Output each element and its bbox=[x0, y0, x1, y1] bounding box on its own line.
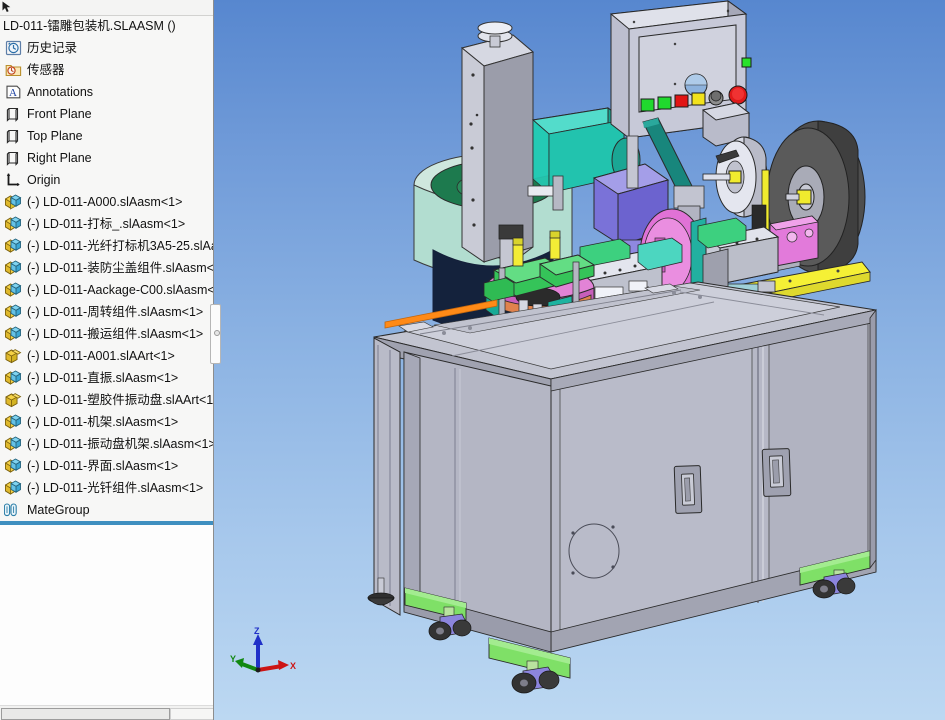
history-icon bbox=[4, 39, 22, 57]
tree-item-label: (-) LD-011-光纤打标机3A5-25.slAa bbox=[27, 239, 213, 253]
scrollbar-track-right[interactable] bbox=[170, 708, 213, 720]
tree-item-component[interactable]: (-) LD-011-搬运组件.slAasm<1> bbox=[0, 323, 213, 345]
tree-item-component[interactable]: (-) LD-011-直振.slAasm<1> bbox=[0, 367, 213, 389]
tree-item-component[interactable]: (-) LD-011-界面.slAasm<1> bbox=[0, 455, 213, 477]
assembly-icon bbox=[4, 457, 22, 475]
scrollbar-thumb[interactable] bbox=[1, 708, 170, 720]
triad-z-label: Z bbox=[254, 626, 260, 636]
tree-item-history[interactable]: 历史记录 bbox=[0, 37, 213, 59]
assembly-icon bbox=[4, 259, 22, 277]
tree-item-component[interactable]: (-) LD-011-机架.slAasm<1> bbox=[0, 411, 213, 433]
tree-item-label: (-) LD-011-搬运组件.slAasm<1> bbox=[27, 327, 204, 341]
tree-item-label: (-) LD-011-打标_.slAasm<1> bbox=[27, 217, 186, 231]
tree-item-label: (-) LD-011-A001.slAArt<1> bbox=[27, 349, 175, 363]
cursor-pointer-icon bbox=[2, 1, 11, 12]
plane-icon bbox=[4, 149, 22, 167]
plane-icon bbox=[4, 105, 22, 123]
panel-splitter-handle[interactable] bbox=[210, 304, 221, 364]
tree-content[interactable]: LD-011-镭雕包装机.SLAASM () 历史记录 传感器 A Annota… bbox=[0, 16, 213, 521]
tree-item-label: (-) LD-011-界面.slAasm<1> bbox=[27, 459, 179, 473]
assembly-icon bbox=[4, 325, 22, 343]
tree-item-label: 传感器 bbox=[27, 63, 65, 77]
door-handle-left bbox=[673, 465, 703, 514]
tree-item-component[interactable]: (-) LD-011-光钎组件.slAasm<1> bbox=[0, 477, 213, 499]
tree-item-label: (-) LD-011-振动盘机架.slAasm<1> bbox=[27, 437, 213, 451]
tree-item-annotations[interactable]: A Annotations bbox=[0, 81, 213, 103]
annotations-icon: A bbox=[4, 83, 22, 101]
triad-x-label: X bbox=[290, 661, 296, 671]
tree-item-label: MateGroup bbox=[27, 503, 90, 517]
tree-item-label: Origin bbox=[27, 173, 61, 187]
assembly-icon bbox=[4, 413, 22, 431]
mategroup-icon bbox=[4, 501, 22, 519]
tree-item-front-plane[interactable]: Front Plane bbox=[0, 103, 213, 125]
tree-item-component[interactable]: (-) LD-011-振动盘机架.slAasm<1> bbox=[0, 433, 213, 455]
tree-item-component[interactable]: (-) LD-011-光纤打标机3A5-25.slAa bbox=[0, 235, 213, 257]
tree-item-component[interactable]: (-) LD-011-塑胶件振动盘.slAArt<1 bbox=[0, 389, 213, 411]
tree-item-component[interactable]: (-) LD-011-A001.slAArt<1> bbox=[0, 345, 213, 367]
tree-item-label: Top Plane bbox=[27, 129, 83, 143]
tree-item-origin[interactable]: Origin bbox=[0, 169, 213, 191]
triad-y-label: Y bbox=[230, 654, 236, 664]
tree-toolbar[interactable] bbox=[0, 0, 213, 16]
assembly-icon bbox=[4, 215, 22, 233]
assembly-icon bbox=[4, 281, 22, 299]
feature-tree-panel[interactable]: LD-011-镭雕包装机.SLAASM () 历史记录 传感器 A Annota… bbox=[0, 0, 214, 720]
sensor-folder-icon bbox=[4, 61, 22, 79]
tree-item-label: Annotations bbox=[27, 85, 94, 99]
tree-root-label[interactable]: LD-011-镭雕包装机.SLAASM () bbox=[0, 16, 213, 37]
assembly-icon bbox=[4, 479, 22, 497]
tree-item-label: (-) LD-011-Aackage-C00.slAasm< bbox=[27, 283, 213, 297]
splitter-grip-dot bbox=[213, 330, 220, 336]
solidworks-window: LD-011-镭雕包装机.SLAASM () 历史记录 传感器 A Annota… bbox=[0, 0, 945, 720]
origin-icon bbox=[4, 171, 22, 189]
tree-item-label: (-) LD-011-光钎组件.slAasm<1> bbox=[27, 481, 204, 495]
tree-item-label: Right Plane bbox=[27, 151, 92, 165]
tree-item-label: (-) LD-011-装防尘盖组件.slAasm< bbox=[27, 261, 213, 275]
tree-item-label: (-) LD-011-塑胶件振动盘.slAArt<1 bbox=[27, 393, 213, 407]
part-icon bbox=[4, 347, 22, 365]
part-icon bbox=[4, 391, 22, 409]
tree-item-component[interactable]: (-) LD-011-A000.slAasm<1> bbox=[0, 191, 213, 213]
plane-icon bbox=[4, 127, 22, 145]
tree-item-top-plane[interactable]: Top Plane bbox=[0, 125, 213, 147]
assembly-icon bbox=[4, 435, 22, 453]
tree-item-sensors[interactable]: 传感器 bbox=[0, 59, 213, 81]
assembly-icon bbox=[4, 303, 22, 321]
tree-item-label: (-) LD-011-直振.slAasm<1> bbox=[27, 371, 179, 385]
tree-item-label: (-) LD-011-机架.slAasm<1> bbox=[27, 415, 179, 429]
tree-drop-indicator bbox=[0, 521, 213, 525]
tree-item-right-plane[interactable]: Right Plane bbox=[0, 147, 213, 169]
tree-item-mategroup[interactable]: MateGroup bbox=[0, 499, 213, 521]
assembly-icon bbox=[4, 369, 22, 387]
tree-item-component[interactable]: (-) LD-011-装防尘盖组件.slAasm< bbox=[0, 257, 213, 279]
tree-item-component[interactable]: (-) LD-011-Aackage-C00.slAasm< bbox=[0, 279, 213, 301]
tree-item-label: (-) LD-011-A000.slAasm<1> bbox=[27, 195, 183, 209]
tree-item-component[interactable]: (-) LD-011-周转组件.slAasm<1> bbox=[0, 301, 213, 323]
tree-empty-area[interactable] bbox=[0, 525, 213, 705]
tree-item-component[interactable]: (-) LD-011-打标_.slAasm<1> bbox=[0, 213, 213, 235]
tree-item-label: (-) LD-011-周转组件.slAasm<1> bbox=[27, 305, 204, 319]
svg-text:A: A bbox=[9, 87, 17, 99]
tree-item-label: 历史记录 bbox=[27, 41, 78, 55]
orientation-triad: Z Y X bbox=[228, 622, 300, 684]
door-handle-right bbox=[761, 448, 792, 497]
tree-item-label: Front Plane bbox=[27, 107, 92, 121]
assembly-icon bbox=[4, 237, 22, 255]
tree-horizontal-scrollbar[interactable] bbox=[0, 705, 213, 720]
assembly-icon bbox=[4, 193, 22, 211]
